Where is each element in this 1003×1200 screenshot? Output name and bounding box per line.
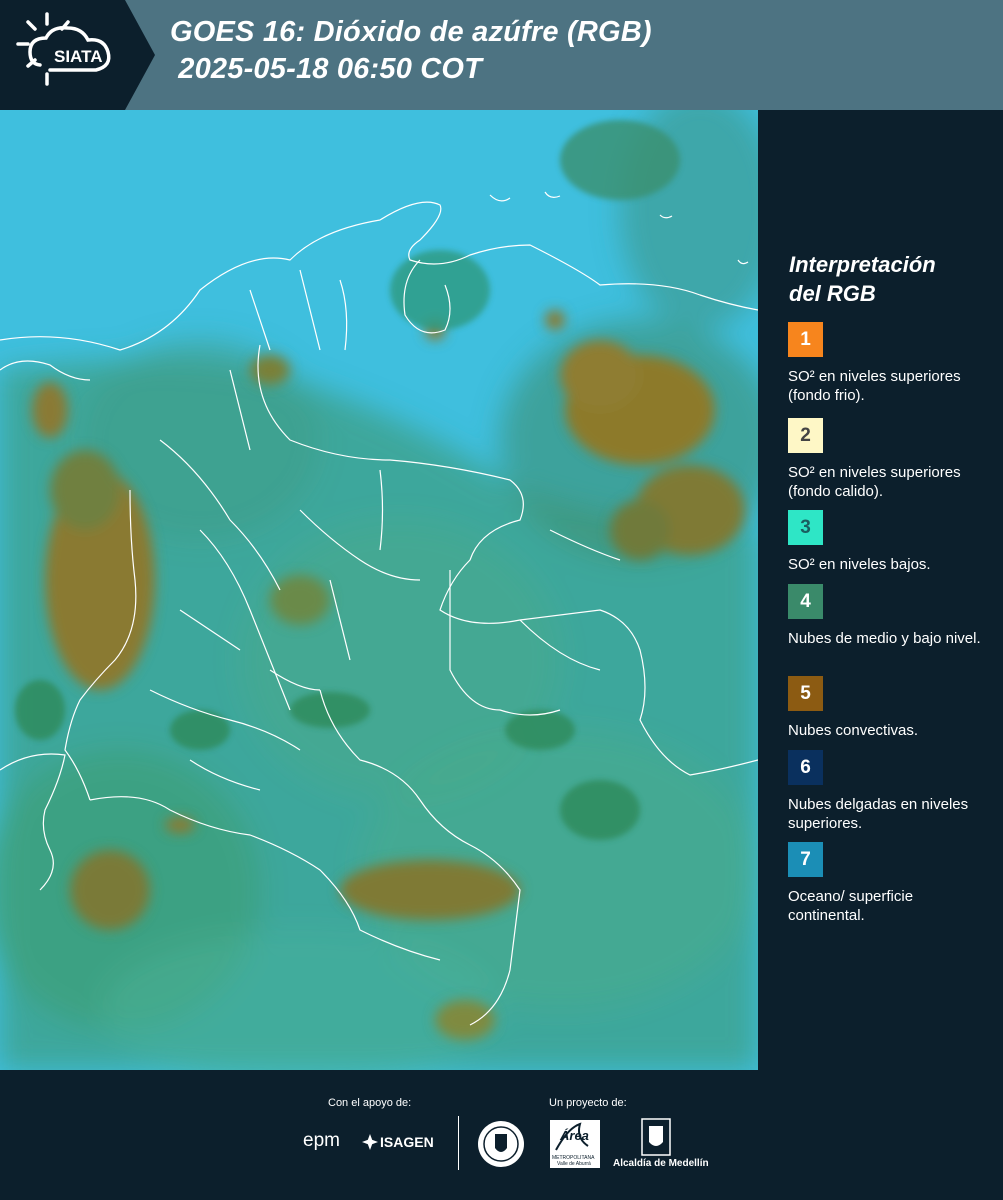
- legend-item-7: 7 Oceano/ superficie continental.: [788, 842, 993, 925]
- satellite-map[interactable]: [0, 110, 758, 1070]
- footer: Con el apoyo de: Un proyecto de: epm ISA…: [0, 1070, 1003, 1200]
- title-line-2: 2025-05-18 06:50 COT: [170, 53, 483, 85]
- siata-logo: SIATA: [0, 0, 155, 110]
- siata-logo-text: SIATA: [54, 47, 102, 66]
- legend-label-4: Nubes de medio y bajo nivel.: [788, 630, 981, 647]
- page-title: GOES 16: Dióxido de azúfre (RGB) 2025-05…: [170, 14, 652, 88]
- footer-divider: [458, 1116, 459, 1170]
- project-label: Un proyecto de:: [549, 1097, 627, 1109]
- legend-swatch-2: 2: [788, 418, 823, 453]
- isagen-logo: ISAGEN: [380, 1134, 434, 1150]
- legend-item-5: 5 Nubes convectivas.: [788, 676, 993, 740]
- isagen-icon: [362, 1134, 378, 1150]
- title-line-1: GOES 16: Dióxido de azúfre (RGB): [170, 16, 652, 48]
- legend-swatch-7: 7: [788, 842, 823, 877]
- alcaldia-shield-icon: [641, 1118, 671, 1156]
- medellin-seal-icon: [478, 1121, 524, 1167]
- support-label: Con el apoyo de:: [328, 1097, 412, 1109]
- legend-label-6: Nubes delgadas en niveles superiores.: [788, 796, 969, 832]
- legend-label-7: Oceano/ superficie continental.: [788, 888, 914, 924]
- legend-swatch-5: 5: [788, 676, 823, 711]
- legend-item-4: 4 Nubes de medio y bajo nivel.: [788, 584, 993, 648]
- area-logo-sub2: Valle de Aburrá: [557, 1161, 591, 1167]
- legend-title-line-1: Interpretación: [789, 252, 936, 277]
- legend-swatch-6: 6: [788, 750, 823, 785]
- legend-item-2: 2 SO² en niveles superiores (fondo calid…: [788, 418, 993, 501]
- legend-title-line-2: del RGB: [789, 281, 876, 306]
- legend-item-1: 1 SO² en niveles superiores (fondo frio)…: [788, 322, 993, 405]
- epm-logo: epm: [303, 1130, 340, 1151]
- legend-swatch-1: 1: [788, 322, 823, 357]
- legend-swatch-4: 4: [788, 584, 823, 619]
- legend-panel: Interpretación del RGB 1 SO² en niveles …: [760, 110, 1003, 1070]
- legend-label-5: Nubes convectivas.: [788, 722, 919, 739]
- legend-title: Interpretación del RGB: [789, 250, 936, 308]
- legend-item-6: 6 Nubes delgadas en niveles superiores.: [788, 750, 993, 833]
- area-logo-text: Área: [560, 1128, 589, 1143]
- alcaldia-logo-text: Alcaldía de Medellín: [613, 1158, 709, 1169]
- legend-item-3: 3 SO² en niveles bajos.: [788, 510, 993, 574]
- legend-label-2: SO² en niveles superiores (fondo calido)…: [788, 464, 961, 500]
- header: SIATA GOES 16: Dióxido de azúfre (RGB) 2…: [0, 0, 1003, 110]
- legend-label-1: SO² en niveles superiores (fondo frio).: [788, 368, 961, 404]
- legend-swatch-3: 3: [788, 510, 823, 545]
- legend-label-3: SO² en niveles bajos.: [788, 556, 931, 573]
